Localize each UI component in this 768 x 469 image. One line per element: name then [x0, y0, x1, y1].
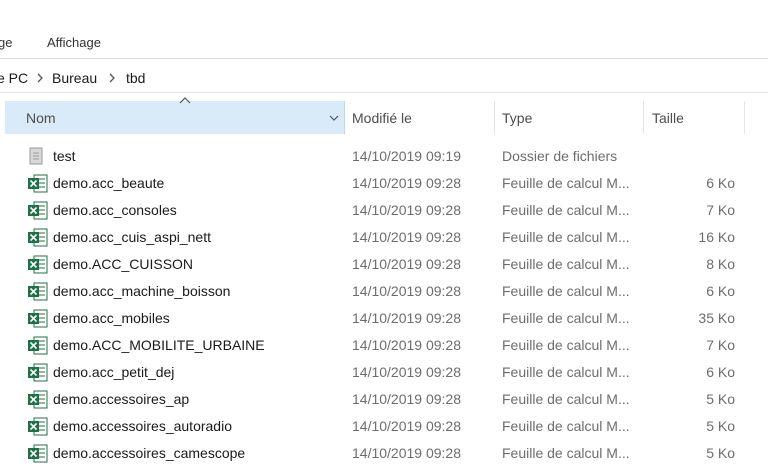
column-header-modified[interactable]: Modifié le: [346, 101, 494, 134]
sort-ascending-icon: [179, 97, 191, 104]
column-header-type-label: Type: [502, 110, 533, 126]
chevron-down-icon[interactable]: [327, 111, 341, 125]
excel-icon: [28, 444, 48, 463]
file-modified: 14/10/2019 09:28: [352, 175, 461, 191]
file-type: Dossier de fichiers: [502, 148, 618, 164]
file-modified: 14/10/2019 09:28: [352, 283, 461, 299]
file-modified: 14/10/2019 09:28: [352, 256, 461, 272]
file-size: 16 Ko: [698, 229, 735, 245]
list-item[interactable]: demo.acc_petit_dej 14/10/2019 09:28 Feui…: [0, 359, 768, 386]
file-type: Feuille de calcul M...: [502, 256, 630, 272]
file-name: demo.acc_consoles: [53, 202, 177, 218]
chevron-right-icon[interactable]: [105, 70, 119, 86]
file-modified: 14/10/2019 09:28: [352, 364, 461, 380]
list-item[interactable]: demo.acc_cuis_aspi_nett 14/10/2019 09:28…: [0, 224, 768, 251]
column-header-name-label: Nom: [26, 110, 56, 126]
excel-icon: [28, 309, 48, 328]
excel-icon: [28, 282, 48, 301]
file-type: Feuille de calcul M...: [502, 445, 630, 461]
file-modified: 14/10/2019 09:28: [352, 445, 461, 461]
file-size: 35 Ko: [698, 310, 735, 326]
file-size: 5 Ko: [706, 391, 735, 407]
file-modified: 14/10/2019 09:19: [352, 148, 461, 164]
file-name: demo.acc_cuis_aspi_nett: [53, 229, 211, 245]
file-name: demo.accessoires_ap: [53, 391, 190, 407]
file-type: Feuille de calcul M...: [502, 202, 630, 218]
ribbon-tab-affichage[interactable]: Affichage: [47, 35, 101, 50]
list-item[interactable]: demo.accessoires_autoradio 14/10/2019 09…: [0, 413, 768, 440]
folder-icon: [29, 147, 43, 165]
file-name: demo.acc_machine_boisson: [53, 283, 231, 299]
column-divider[interactable]: [744, 101, 745, 134]
excel-icon: [28, 174, 48, 193]
column-header-name[interactable]: Nom: [5, 97, 345, 134]
file-modified: 14/10/2019 09:28: [352, 310, 461, 326]
ribbon-divider: [0, 58, 768, 59]
address-bar[interactable]: e PC Bureau tbd: [0, 64, 768, 93]
breadcrumb-tbd[interactable]: tbd: [126, 70, 145, 86]
list-item[interactable]: demo.ACC_CUISSON 14/10/2019 09:28 Feuill…: [0, 251, 768, 278]
file-type: Feuille de calcul M...: [502, 364, 630, 380]
file-type: Feuille de calcul M...: [502, 391, 630, 407]
file-name: demo.accessoires_autoradio: [53, 418, 232, 434]
chevron-right-icon[interactable]: [33, 70, 47, 86]
file-size: 8 Ko: [706, 256, 735, 272]
list-item[interactable]: demo.accessoires_ap 14/10/2019 09:28 Feu…: [0, 386, 768, 413]
file-size: 6 Ko: [706, 283, 735, 299]
file-modified: 14/10/2019 09:28: [352, 229, 461, 245]
file-size: 7 Ko: [706, 337, 735, 353]
file-modified: 14/10/2019 09:28: [352, 418, 461, 434]
list-item[interactable]: demo.acc_consoles 14/10/2019 09:28 Feuil…: [0, 197, 768, 224]
file-type: Feuille de calcul M...: [502, 418, 630, 434]
file-name: demo.acc_mobiles: [53, 310, 170, 326]
file-name: demo.ACC_MOBILITE_URBAINE: [53, 337, 265, 353]
file-type: Feuille de calcul M...: [502, 283, 630, 299]
list-item[interactable]: test 14/10/2019 09:19 Dossier de fichier…: [0, 143, 768, 170]
file-size: 7 Ko: [706, 202, 735, 218]
list-item[interactable]: demo.ACC_MOBILITE_URBAINE 14/10/2019 09:…: [0, 332, 768, 359]
file-size: 5 Ko: [706, 418, 735, 434]
excel-icon: [28, 255, 48, 274]
file-modified: 14/10/2019 09:28: [352, 337, 461, 353]
file-modified: 14/10/2019 09:28: [352, 202, 461, 218]
file-type: Feuille de calcul M...: [502, 337, 630, 353]
column-header-size-label: Taille: [652, 110, 684, 126]
column-header-size[interactable]: Taille: [644, 101, 744, 134]
column-header-modified-label: Modifié le: [352, 110, 412, 126]
file-name: demo.acc_petit_dej: [53, 364, 175, 380]
file-name: test: [53, 148, 76, 164]
file-type: Feuille de calcul M...: [502, 175, 630, 191]
file-name: demo.accessoires_camescope: [53, 445, 246, 461]
list-item[interactable]: demo.acc_beaute 14/10/2019 09:28 Feuille…: [0, 170, 768, 197]
excel-icon: [28, 363, 48, 382]
file-type: Feuille de calcul M...: [502, 229, 630, 245]
file-size: 5 Ko: [706, 445, 735, 461]
list-item[interactable]: demo.accessoires_camescope 14/10/2019 09…: [0, 440, 768, 467]
excel-icon: [28, 228, 48, 247]
excel-icon: [28, 336, 48, 355]
file-type: Feuille de calcul M...: [502, 310, 630, 326]
file-name: demo.ACC_CUISSON: [53, 256, 194, 272]
breadcrumb-this-pc[interactable]: e PC: [0, 70, 28, 86]
file-name: demo.acc_beaute: [53, 175, 165, 191]
breadcrumb-bureau[interactable]: Bureau: [52, 70, 97, 86]
column-header-type[interactable]: Type: [495, 101, 643, 134]
excel-icon: [28, 201, 48, 220]
ribbon: ge Affichage: [0, 0, 768, 58]
file-size: 6 Ko: [706, 175, 735, 191]
list-item[interactable]: demo.acc_machine_boisson 14/10/2019 09:2…: [0, 278, 768, 305]
excel-icon: [28, 417, 48, 436]
list-item[interactable]: demo.acc_mobiles 14/10/2019 09:28 Feuill…: [0, 305, 768, 332]
column-header-row: Nom Modifié le Type Taille: [0, 97, 768, 134]
file-size: 6 Ko: [706, 364, 735, 380]
file-modified: 14/10/2019 09:28: [352, 391, 461, 407]
excel-icon: [28, 390, 48, 409]
ribbon-tab-partial[interactable]: ge: [0, 35, 12, 50]
